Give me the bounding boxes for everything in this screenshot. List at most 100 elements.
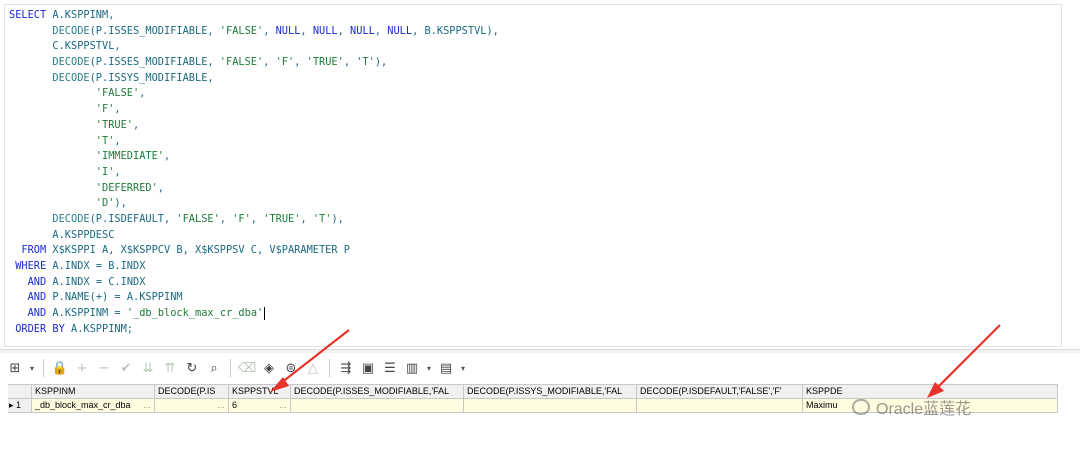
cell-edit-ellipsis-icon[interactable]: … <box>279 399 287 412</box>
triangle-icon[interactable]: △ <box>304 359 322 377</box>
code-token: DECODE <box>52 56 90 69</box>
code-token: A.INDX = C.INDX <box>52 275 146 288</box>
code-token: (P.ISSYS_MODIFIABLE, <box>89 71 214 84</box>
find-icon[interactable]: ⌕ <box>205 359 223 377</box>
code-line: 'DEFERRED', <box>9 181 499 197</box>
column-header[interactable]: DECODE(P.ISSES_MODIFIABLE,'FAL <box>291 385 464 399</box>
column-header[interactable]: KSPPSTVL <box>229 385 291 399</box>
code-token: SELECT <box>9 9 53 21</box>
grid-view-icon[interactable]: ⊞ <box>6 359 24 377</box>
code-token: 'DEFERRED' <box>95 181 158 194</box>
code-token: , B.KSPPSTVL), <box>412 24 499 37</box>
toolbar-separator <box>329 359 330 377</box>
lock-icon[interactable]: 🔒 <box>51 359 69 377</box>
watermark: Oracle蓝莲花 <box>852 395 971 419</box>
filter-clear-icon[interactable]: ⇈ <box>161 359 179 377</box>
column-header[interactable]: DECODE(P.ISDEFAULT,'FALSE','F' <box>637 385 803 399</box>
stack-icon[interactable]: ☰ <box>381 359 399 377</box>
column-header[interactable]: DECODE(P.IS <box>155 385 229 399</box>
dropdown-arrow-icon[interactable]: ▾ <box>28 359 36 377</box>
export-icon[interactable]: ⇶ <box>337 359 355 377</box>
code-line: 'F', <box>9 102 499 118</box>
code-token: A.INDX = B.INDX <box>52 260 146 272</box>
wechat-icon <box>852 399 870 415</box>
code-line: 'T', <box>9 134 499 150</box>
code-token: (P.ISDEFAULT, <box>89 212 177 225</box>
grid-cell[interactable]: _db_block_max_cr_dba… <box>32 399 155 413</box>
cell-edit-ellipsis-icon[interactable]: … <box>217 399 225 412</box>
code-token: X$KSPPI A, X$KSPPCV B, X$KSPPSV C, V$PAR… <box>52 244 350 257</box>
column-header[interactable]: KSPPINM <box>32 385 155 399</box>
code-token: , <box>219 212 233 225</box>
grid-toolbar: ⊞ ▾ 🔒 + − ✔ ⇊ ⇈ ↻ ⌕ ⌫ ◈ ⊜ △ ⇶ ▣ ☰ ▥ ▾ ▤ ▾ <box>6 355 467 381</box>
code-token: '_db_block_max_cr_dba' <box>126 307 264 320</box>
post-changes-icon[interactable]: ✔ <box>117 359 135 377</box>
table-icon[interactable]: ▤ <box>437 359 455 377</box>
code-token: , <box>300 212 313 225</box>
code-line: DECODE(P.ISSYS_MODIFIABLE, <box>9 71 499 87</box>
code-token: , <box>337 24 351 37</box>
refresh-icon[interactable]: ↻ <box>183 359 201 377</box>
code-token: A.KSPPDESC <box>9 228 115 241</box>
grid-cell[interactable] <box>464 399 637 413</box>
code-token: NULL <box>275 24 301 37</box>
code-token: ), <box>114 197 127 210</box>
code-token: , <box>157 181 164 194</box>
code-token: 'FALSE' <box>176 212 220 225</box>
code-token: 'T' <box>312 212 332 225</box>
delete-row-icon[interactable]: − <box>95 359 113 377</box>
grid-cell[interactable] <box>637 399 803 413</box>
code-token: DECODE <box>52 212 90 225</box>
pane-splitter[interactable] <box>0 349 1080 353</box>
code-token: NULL <box>350 24 375 37</box>
cell-edit-ellipsis-icon[interactable]: … <box>143 399 151 412</box>
query-by-example-icon[interactable]: ⊜ <box>282 359 300 377</box>
code-line: DECODE(P.ISDEFAULT, 'FALSE', 'F', 'TRUE'… <box>9 212 499 228</box>
code-line: DECODE(P.ISSES_MODIFIABLE, 'FALSE', NULL… <box>9 24 499 40</box>
code-token: , <box>114 165 121 178</box>
code-line: AND P.NAME(+) = A.KSPPINM <box>9 290 499 306</box>
code-line: 'IMMEDIATE', <box>9 149 499 165</box>
code-line: 'FALSE', <box>9 86 499 102</box>
sql-editor[interactable]: SELECT A.KSPPINM, DECODE(P.ISSES_MODIFIA… <box>4 4 1062 347</box>
column-header[interactable] <box>8 385 32 399</box>
row-indicator[interactable]: ▸ 1 <box>8 399 32 413</box>
code-token: AND <box>27 275 53 288</box>
chart-icon[interactable]: ▥ <box>403 359 421 377</box>
watermark-text: Oracle蓝莲花 <box>876 401 972 418</box>
filter-down-icon[interactable]: ⇊ <box>139 359 157 377</box>
code-token: 'I' <box>95 165 115 178</box>
dropdown-arrow-icon[interactable]: ▾ <box>459 359 467 377</box>
code-token: A.KSPPINM, <box>52 9 115 21</box>
code-token: 'IMMEDIATE' <box>95 150 164 163</box>
grid-cell[interactable]: 6… <box>229 399 291 413</box>
save-icon[interactable]: ▣ <box>359 359 377 377</box>
add-row-icon[interactable]: + <box>73 359 91 377</box>
dropdown-arrow-icon[interactable]: ▾ <box>425 359 433 377</box>
code-token: 'D' <box>95 197 115 210</box>
code-line: AND A.KSPPINM = '_db_block_max_cr_dba' <box>9 306 499 322</box>
code-token: , <box>114 103 121 116</box>
grid-cell[interactable] <box>291 399 464 413</box>
code-token: ), <box>331 212 344 225</box>
column-header[interactable]: DECODE(P.ISSYS_MODIFIABLE,'FAL <box>464 385 637 399</box>
clear-icon[interactable]: ⌫ <box>238 359 256 377</box>
cell-value: ▸ 1 <box>9 400 22 410</box>
single-record-icon[interactable]: ◈ <box>260 359 278 377</box>
code-token: 'FALSE' <box>219 56 264 69</box>
code-token: (P.ISSES_MODIFIABLE, <box>89 56 220 69</box>
grid-cell[interactable]: … <box>155 399 229 413</box>
code-token: , <box>250 212 264 225</box>
code-token: AND <box>27 307 53 320</box>
code-token: 'T' <box>95 134 115 147</box>
